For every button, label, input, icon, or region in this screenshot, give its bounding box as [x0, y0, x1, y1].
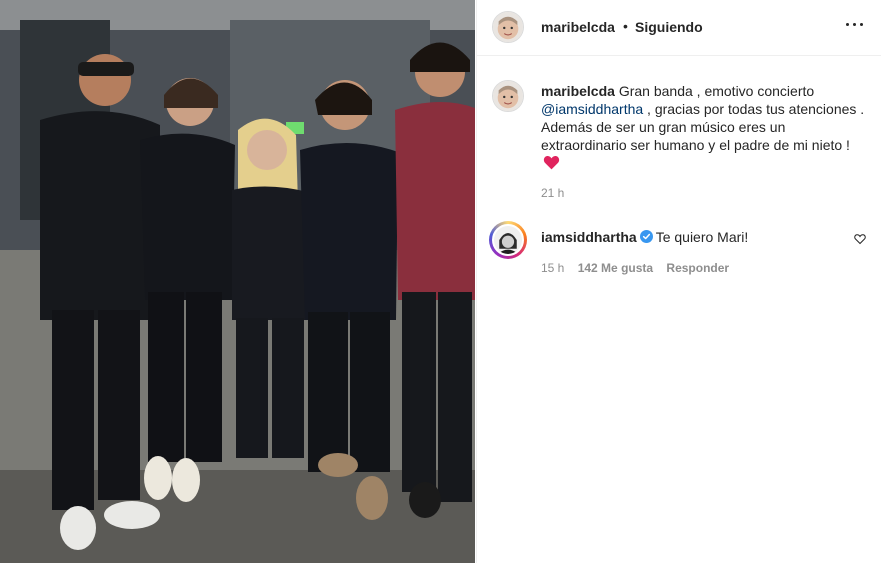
caption-avatar[interactable]: [492, 80, 524, 112]
caption-mention-link[interactable]: @iamsiddhartha: [541, 101, 643, 117]
post-header: maribelcda • Siguiendo: [477, 0, 881, 56]
avatar-baby-icon: [493, 12, 523, 42]
heart-outline-icon[interactable]: [854, 233, 866, 245]
more-options-icon[interactable]: [843, 12, 867, 36]
caption-text: maribelcda Gran banda , emotivo conciert…: [541, 82, 871, 172]
caption-timestamp[interactable]: 21 h: [541, 186, 564, 200]
comment-text: iamsiddhartha Te quiero Mari!: [541, 228, 748, 246]
author-username[interactable]: maribelcda: [541, 19, 615, 35]
following-button[interactable]: Siguiendo: [635, 19, 703, 35]
post-sidebar: maribelcda • Siguiendo maribelcda Gran b…: [476, 0, 881, 563]
avatar-portrait-icon: [494, 226, 522, 254]
caption-username[interactable]: maribelcda: [541, 83, 615, 99]
comment-timestamp[interactable]: 15 h: [541, 261, 564, 275]
author-avatar[interactable]: [492, 11, 524, 43]
header-separator: •: [623, 18, 628, 34]
red-heart-icon: [543, 155, 560, 170]
comment-body: Te quiero Mari!: [655, 229, 749, 245]
post-photo[interactable]: [0, 0, 475, 563]
caption-body-start: Gran banda , emotivo concierto: [618, 83, 815, 99]
comment-username[interactable]: iamsiddhartha: [541, 229, 637, 245]
avatar-baby-icon: [493, 81, 523, 111]
verified-badge-icon: [639, 230, 653, 243]
comment-meta: 15 h 142 Me gusta Responder: [541, 261, 739, 275]
comment-likes-count[interactable]: 142 Me gusta: [578, 261, 653, 275]
band-photo-illustration: [0, 0, 475, 563]
reply-button[interactable]: Responder: [666, 261, 729, 275]
commenter-avatar[interactable]: [492, 224, 524, 256]
